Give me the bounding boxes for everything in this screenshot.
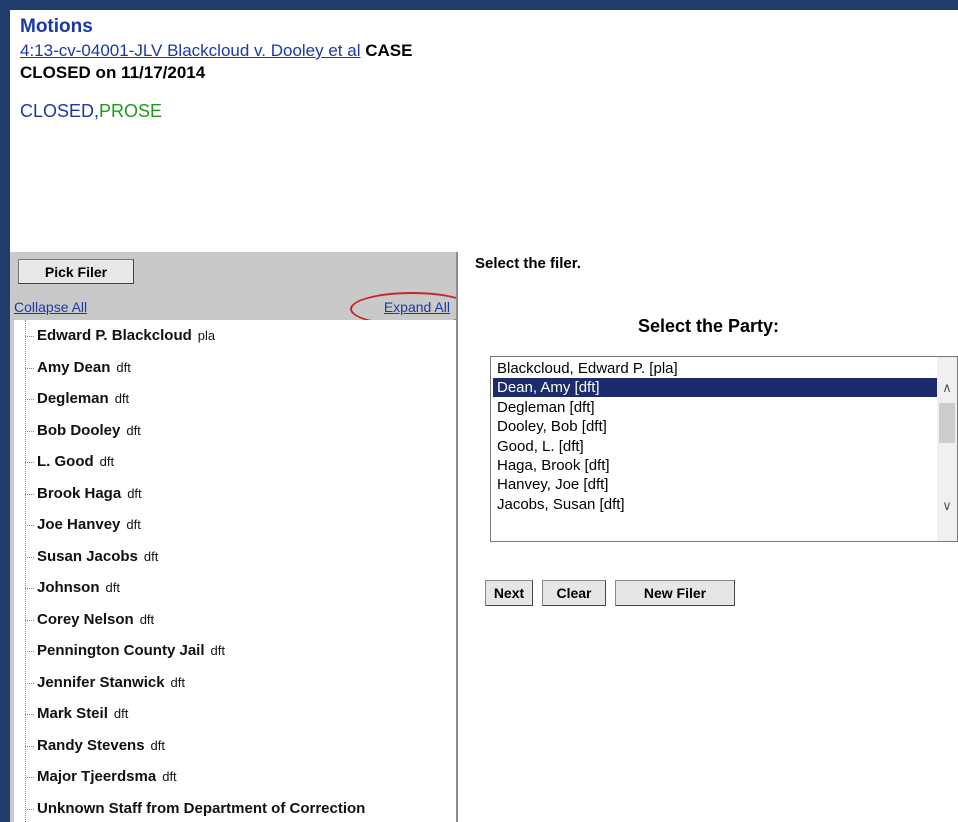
party-list-scrollbar[interactable]: ∧ ∨ [937,357,957,541]
tree-item-name: Susan Jacobs dft [37,547,159,565]
tree-item-name: Unknown Staff from Department of Correct… [37,799,366,817]
case-flags: CLOSED,PROSE [20,100,440,122]
tree-item-name: Amy Dean dft [37,358,131,376]
collapse-all-link[interactable]: Collapse All [14,299,87,315]
tree-item-name: Joe Hanvey dft [37,516,141,533]
clear-button[interactable]: Clear [542,580,606,606]
tree-item-role: dft [126,422,141,438]
tree-item-name: Johnson dft [37,579,120,596]
tree-item-role: dft [150,737,166,753]
tree-connector-line [25,320,26,822]
tree-item-name: Mark Steil dft [37,705,129,722]
party-option[interactable]: Haga, Brook [dft] [493,456,937,475]
tree-item-role: dft [127,485,142,501]
tree-item-name: Pennington County Jail dft [37,642,225,659]
next-button[interactable]: Next [485,580,533,606]
tree-item-role: dft [113,706,129,721]
tree-item-role: dft [105,580,120,595]
window-frame-left [0,0,10,822]
tree-item-name: L. Good dft [37,453,115,470]
party-listbox[interactable]: Blackcloud, Edward P. [pla] Dean, Amy [df… [490,356,958,542]
page-title: Motions [20,16,93,37]
case-header: Motions 4:13-cv-04001-JLV Blackcloud v. … [20,16,440,122]
flag-prose: PROSE [99,101,163,121]
party-option[interactable]: Dean, Amy [dft] [493,378,937,398]
pick-filer-button[interactable]: Pick Filer [18,259,134,284]
tree-item-name: Brook Haga dft [37,484,142,502]
tree-item-role: dft [99,454,115,469]
tree-item-role: dft [139,611,155,627]
select-filer-heading: Select the filer. [475,255,581,272]
tree-item-name: Corey Nelson dft [37,610,155,628]
tree-item-name: Edward P. Blackcloud pla [37,327,216,344]
filer-tree-panel: Pick Filer Collapse All Expand All Edwar… [10,252,458,822]
party-option[interactable]: Dooley, Bob [dft] [493,417,937,436]
tree-item-role: dft [143,548,159,564]
party-option[interactable]: Blackcloud, Edward P. [pla] [493,359,937,378]
tree-item-role: dft [114,391,130,406]
tree-item-name: Degleman dft [37,390,130,407]
select-party-heading: Select the Party: [638,316,780,336]
case-link[interactable]: 4:13-cv-04001-JLV Blackcloud v. Dooley e… [20,41,361,60]
select-filer-panel: Select the filer. Select the Party: Blac… [458,252,958,822]
tree-item-role: dft [162,769,177,784]
flag-closed: CLOSED [20,101,95,121]
party-tree: Edward P. Blackcloud pla Amy Dean dft Deglem… [14,320,456,822]
tree-item-role: dft [210,643,225,658]
party-option[interactable]: Degleman [dft] [493,398,937,417]
new-filer-button[interactable]: New Filer [615,580,735,606]
tree-item-name: Bob Dooley dft [37,421,141,439]
party-option[interactable]: Jacobs, Susan [dft] [493,495,937,514]
chevron-down-icon[interactable]: ∨ [937,497,957,515]
party-option[interactable]: Hanvey, Joe [dft] [493,475,937,494]
tree-item-role: dft [126,517,141,532]
party-option[interactable]: Good, L. [dft] [493,437,937,456]
tree-item-name: Randy Stevens dft [37,736,166,754]
tree-item-name: Major Tjeerdsma dft [37,768,177,785]
tree-item-role: pla [197,328,216,343]
tree-item-role: dft [116,359,131,375]
case-line: 4:13-cv-04001-JLV Blackcloud v. Dooley e… [20,40,440,84]
window-frame-top [0,0,958,10]
scrollbar-thumb[interactable] [939,403,955,443]
tree-item-name: Jennifer Stanwick dft [37,673,186,691]
tree-item-role: dft [170,674,186,690]
chevron-up-icon[interactable]: ∧ [937,379,957,397]
